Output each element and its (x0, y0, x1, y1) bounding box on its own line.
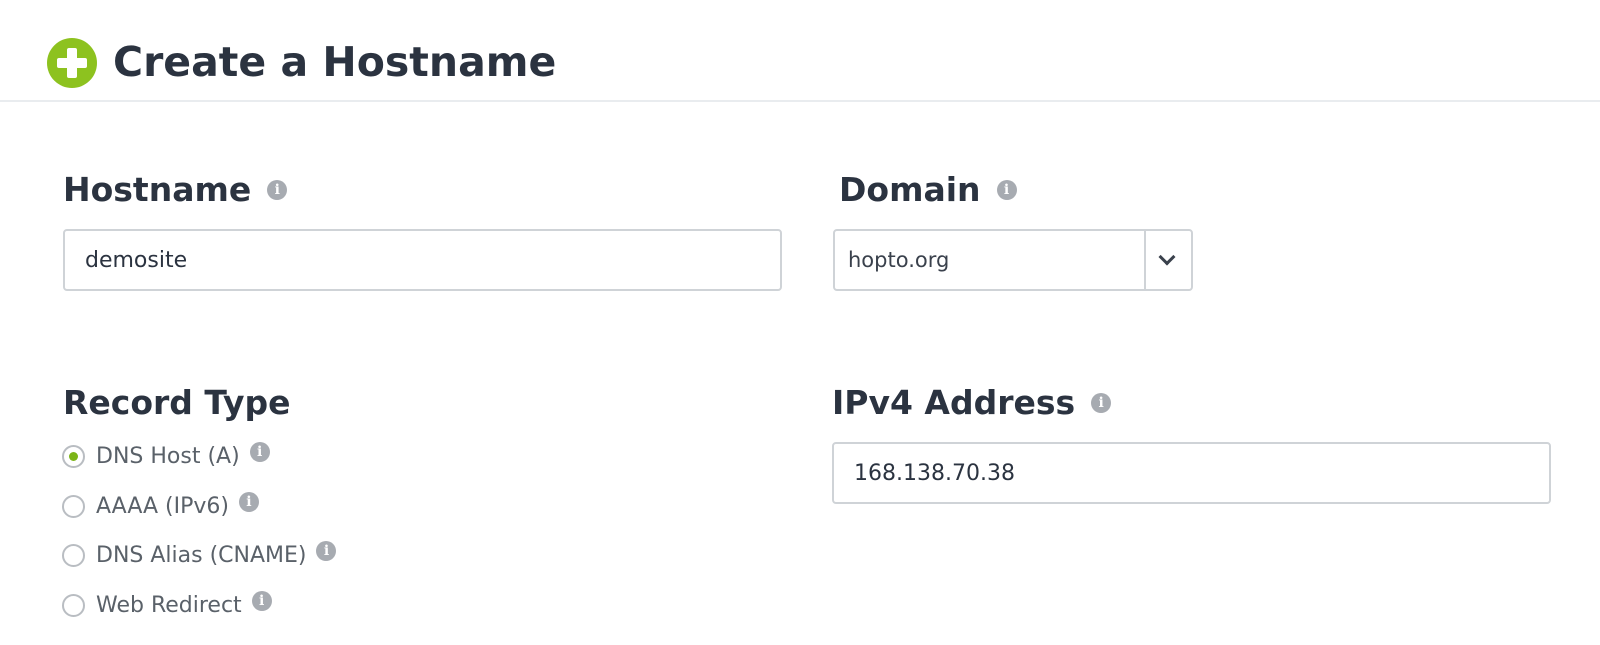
info-icon[interactable]: i (267, 180, 288, 200)
radio-option-cname[interactable]: DNS Alias (CNAME) i (62, 538, 337, 572)
ipv4-label-group: IPv4 Address i (832, 383, 1112, 423)
domain-select-value: hopto.org (848, 248, 950, 272)
select-divider (1144, 231, 1146, 289)
radio-button[interactable] (62, 444, 85, 468)
domain-label: Domain (839, 170, 981, 209)
radio-label: Web Redirect (96, 592, 242, 618)
radio-button[interactable] (62, 494, 85, 518)
radio-option-web-redirect[interactable]: Web Redirect i (62, 588, 272, 622)
info-icon[interactable]: i (251, 591, 272, 611)
radio-label: AAAA (IPv6) (96, 493, 229, 519)
info-icon[interactable]: i (1091, 393, 1112, 413)
ipv4-input[interactable] (832, 442, 1551, 504)
radio-label: DNS Alias (CNAME) (96, 542, 307, 568)
record-type-label: Record Type (63, 383, 291, 422)
radio-label: DNS Host (A) (96, 443, 240, 469)
info-icon[interactable]: i (238, 492, 259, 512)
record-type-label-group: Record Type (63, 383, 291, 423)
plus-circle-icon (47, 38, 97, 88)
info-icon[interactable]: i (249, 442, 270, 462)
radio-button[interactable] (62, 543, 85, 567)
info-icon[interactable]: i (996, 180, 1017, 200)
chevron-down-icon[interactable] (1158, 248, 1176, 266)
hostname-label: Hostname (63, 170, 252, 209)
domain-select[interactable]: hopto.org (833, 229, 1193, 291)
ipv4-label: IPv4 Address (832, 383, 1076, 422)
radio-option-aaaa[interactable]: AAAA (IPv6) i (62, 489, 259, 523)
info-icon[interactable]: i (316, 541, 337, 561)
radio-option-dns-host[interactable]: DNS Host (A) i (62, 439, 270, 473)
radio-button[interactable] (62, 593, 85, 617)
hostname-label-group: Hostname i (63, 170, 288, 210)
page-title: Create a Hostname (113, 38, 557, 86)
hostname-input[interactable] (63, 229, 782, 291)
page-header: Create a Hostname (0, 0, 1600, 102)
domain-label-group: Domain i (839, 170, 1017, 210)
